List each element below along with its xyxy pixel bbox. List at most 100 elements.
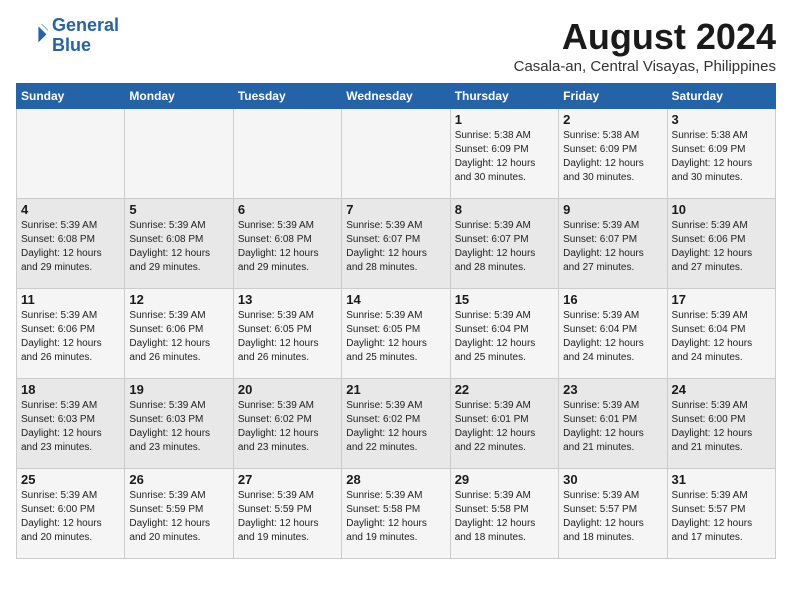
calendar-week-row: 11 Sunrise: 5:39 AM Sunset: 6:06 PM Dayli… xyxy=(17,289,776,379)
day-number: 11 xyxy=(21,292,120,307)
day-info: Sunrise: 5:39 AM Sunset: 6:04 PM Dayligh… xyxy=(455,309,554,365)
month-year: August 2024 xyxy=(514,16,776,58)
calendar-cell: 5 Sunrise: 5:39 AM Sunset: 6:08 PM Daylig… xyxy=(125,199,233,289)
logo-line1: General xyxy=(52,15,119,35)
calendar-cell: 25 Sunrise: 5:39 AM Sunset: 6:00 PM Dayli… xyxy=(17,469,125,559)
day-number: 25 xyxy=(21,472,120,487)
day-number: 18 xyxy=(21,382,120,397)
day-info: Sunrise: 5:39 AM Sunset: 6:08 PM Dayligh… xyxy=(129,219,228,275)
logo-icon xyxy=(16,20,48,52)
day-info: Sunrise: 5:39 AM Sunset: 6:03 PM Dayligh… xyxy=(129,399,228,455)
col-header-thursday: Thursday xyxy=(450,84,558,109)
day-info: Sunrise: 5:39 AM Sunset: 6:07 PM Dayligh… xyxy=(455,219,554,275)
calendar-cell: 13 Sunrise: 5:39 AM Sunset: 6:05 PM Dayli… xyxy=(233,289,341,379)
calendar-cell: 23 Sunrise: 5:39 AM Sunset: 6:01 PM Dayli… xyxy=(559,379,667,469)
day-info: Sunrise: 5:39 AM Sunset: 6:02 PM Dayligh… xyxy=(346,399,445,455)
calendar-table: SundayMondayTuesdayWednesdayThursdayFrid… xyxy=(16,83,776,559)
calendar-week-row: 1 Sunrise: 5:38 AM Sunset: 6:09 PM Daylig… xyxy=(17,109,776,199)
calendar-cell: 7 Sunrise: 5:39 AM Sunset: 6:07 PM Daylig… xyxy=(342,199,450,289)
calendar-cell xyxy=(342,109,450,199)
day-number: 15 xyxy=(455,292,554,307)
day-info: Sunrise: 5:39 AM Sunset: 6:01 PM Dayligh… xyxy=(563,399,662,455)
calendar-week-row: 18 Sunrise: 5:39 AM Sunset: 6:03 PM Dayli… xyxy=(17,379,776,469)
day-number: 31 xyxy=(672,472,771,487)
logo-line2: Blue xyxy=(52,35,91,55)
calendar-cell: 30 Sunrise: 5:39 AM Sunset: 5:57 PM Dayli… xyxy=(559,469,667,559)
col-header-wednesday: Wednesday xyxy=(342,84,450,109)
calendar-body: 1 Sunrise: 5:38 AM Sunset: 6:09 PM Daylig… xyxy=(17,109,776,559)
day-info: Sunrise: 5:39 AM Sunset: 6:05 PM Dayligh… xyxy=(238,309,337,365)
day-number: 26 xyxy=(129,472,228,487)
calendar-cell xyxy=(125,109,233,199)
calendar-cell: 1 Sunrise: 5:38 AM Sunset: 6:09 PM Daylig… xyxy=(450,109,558,199)
day-info: Sunrise: 5:39 AM Sunset: 6:07 PM Dayligh… xyxy=(346,219,445,275)
day-number: 22 xyxy=(455,382,554,397)
col-header-tuesday: Tuesday xyxy=(233,84,341,109)
day-number: 7 xyxy=(346,202,445,217)
calendar-cell: 14 Sunrise: 5:39 AM Sunset: 6:05 PM Dayli… xyxy=(342,289,450,379)
day-number: 13 xyxy=(238,292,337,307)
calendar-cell: 26 Sunrise: 5:39 AM Sunset: 5:59 PM Dayli… xyxy=(125,469,233,559)
calendar-cell: 21 Sunrise: 5:39 AM Sunset: 6:02 PM Dayli… xyxy=(342,379,450,469)
calendar-week-row: 25 Sunrise: 5:39 AM Sunset: 6:00 PM Dayli… xyxy=(17,469,776,559)
day-number: 19 xyxy=(129,382,228,397)
day-info: Sunrise: 5:39 AM Sunset: 6:06 PM Dayligh… xyxy=(129,309,228,365)
calendar-cell: 19 Sunrise: 5:39 AM Sunset: 6:03 PM Dayli… xyxy=(125,379,233,469)
col-header-sunday: Sunday xyxy=(17,84,125,109)
location: Casala-an, Central Visayas, Philippines xyxy=(514,58,776,75)
day-info: Sunrise: 5:39 AM Sunset: 5:57 PM Dayligh… xyxy=(563,489,662,545)
calendar-cell: 16 Sunrise: 5:39 AM Sunset: 6:04 PM Dayli… xyxy=(559,289,667,379)
calendar-cell: 12 Sunrise: 5:39 AM Sunset: 6:06 PM Dayli… xyxy=(125,289,233,379)
calendar-cell: 18Sunrise: 5:39 AM Sunset: 6:03 PM Dayli… xyxy=(17,379,125,469)
day-number: 24 xyxy=(672,382,771,397)
calendar-cell: 22 Sunrise: 5:39 AM Sunset: 6:01 PM Dayli… xyxy=(450,379,558,469)
day-info: Sunrise: 5:39 AM Sunset: 6:01 PM Dayligh… xyxy=(455,399,554,455)
calendar-cell: 2Sunrise: 5:38 AM Sunset: 6:09 PM Daylig… xyxy=(559,109,667,199)
calendar-cell: 10 Sunrise: 5:39 AM Sunset: 6:06 PM Dayli… xyxy=(667,199,775,289)
day-number: 16 xyxy=(563,292,662,307)
title-block: August 2024 Casala-an, Central Visayas, … xyxy=(514,16,776,75)
day-number: 9 xyxy=(563,202,662,217)
calendar-cell: 4Sunrise: 5:39 AM Sunset: 6:08 PM Daylig… xyxy=(17,199,125,289)
day-number: 8 xyxy=(455,202,554,217)
calendar-cell: 15 Sunrise: 5:39 AM Sunset: 6:04 PM Dayli… xyxy=(450,289,558,379)
day-info: Sunrise: 5:39 AM Sunset: 5:59 PM Dayligh… xyxy=(129,489,228,545)
day-number: 28 xyxy=(346,472,445,487)
day-info: Sunrise: 5:39 AM Sunset: 6:00 PM Dayligh… xyxy=(672,399,771,455)
calendar-header-row: SundayMondayTuesdayWednesdayThursdayFrid… xyxy=(17,84,776,109)
day-info: Sunrise: 5:39 AM Sunset: 6:04 PM Dayligh… xyxy=(563,309,662,365)
calendar-cell: 20 Sunrise: 5:39 AM Sunset: 6:02 PM Dayli… xyxy=(233,379,341,469)
day-info: Sunrise: 5:39 AM Sunset: 5:59 PM Dayligh… xyxy=(238,489,337,545)
day-number: 1 xyxy=(455,112,554,127)
day-number: 6 xyxy=(238,202,337,217)
day-info: Sunrise: 5:39 AM Sunset: 6:06 PM Dayligh… xyxy=(21,309,120,365)
calendar-week-row: 4Sunrise: 5:39 AM Sunset: 6:08 PM Daylig… xyxy=(17,199,776,289)
day-info: Sunrise: 5:39 AM Sunset: 5:58 PM Dayligh… xyxy=(346,489,445,545)
day-info: Sunrise: 5:39 AM Sunset: 6:06 PM Dayligh… xyxy=(672,219,771,275)
day-info: Sunrise: 5:39 AM Sunset: 6:05 PM Dayligh… xyxy=(346,309,445,365)
calendar-cell: 9 Sunrise: 5:39 AM Sunset: 6:07 PM Daylig… xyxy=(559,199,667,289)
logo: General Blue xyxy=(16,16,119,56)
calendar-cell: 17Sunrise: 5:39 AM Sunset: 6:04 PM Dayli… xyxy=(667,289,775,379)
calendar-cell: 8 Sunrise: 5:39 AM Sunset: 6:07 PM Daylig… xyxy=(450,199,558,289)
page-header: General Blue August 2024 Casala-an, Cent… xyxy=(16,16,776,75)
day-number: 23 xyxy=(563,382,662,397)
day-number: 12 xyxy=(129,292,228,307)
day-number: 20 xyxy=(238,382,337,397)
day-info: Sunrise: 5:39 AM Sunset: 6:00 PM Dayligh… xyxy=(21,489,120,545)
calendar-cell: 3Sunrise: 5:38 AM Sunset: 6:09 PM Daylig… xyxy=(667,109,775,199)
day-number: 29 xyxy=(455,472,554,487)
day-number: 30 xyxy=(563,472,662,487)
day-number: 5 xyxy=(129,202,228,217)
day-info: Sunrise: 5:39 AM Sunset: 6:07 PM Dayligh… xyxy=(563,219,662,275)
day-number: 2 xyxy=(563,112,662,127)
day-number: 21 xyxy=(346,382,445,397)
calendar-cell xyxy=(17,109,125,199)
day-number: 3 xyxy=(672,112,771,127)
day-number: 17 xyxy=(672,292,771,307)
calendar-cell xyxy=(233,109,341,199)
day-number: 10 xyxy=(672,202,771,217)
day-number: 14 xyxy=(346,292,445,307)
day-info: Sunrise: 5:39 AM Sunset: 6:02 PM Dayligh… xyxy=(238,399,337,455)
day-info: Sunrise: 5:38 AM Sunset: 6:09 PM Dayligh… xyxy=(455,129,554,185)
